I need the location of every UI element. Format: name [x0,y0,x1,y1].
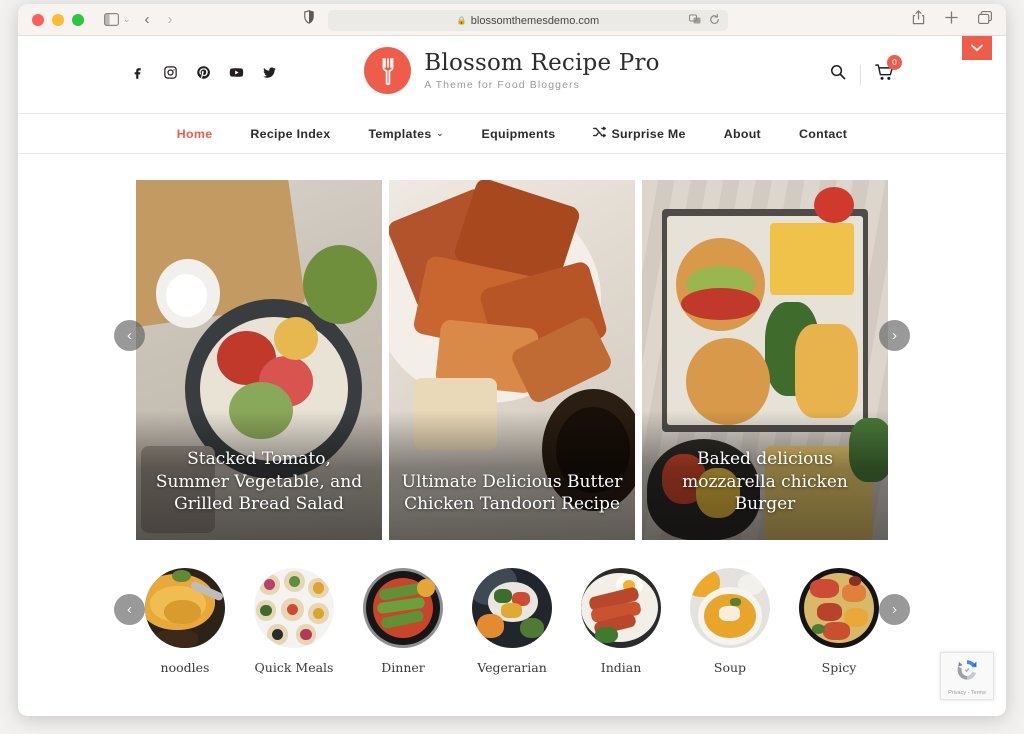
category-image [690,568,770,648]
sidebar-chevron-down-icon[interactable]: ⌄ [123,14,131,25]
nav-item-about[interactable]: About [724,127,761,141]
close-window-button[interactable] [32,13,44,26]
main-navigation[interactable]: Home Recipe Index Templates ⌄ Equipments… [18,114,1006,154]
minimize-window-button[interactable] [52,13,64,26]
category-image [254,568,334,648]
category-label: Soup [713,660,747,675]
brand-text: Blossom Recipe Pro A Theme for Food Blog… [424,50,659,91]
new-tab-plus-icon[interactable] [945,10,958,29]
facebook-icon[interactable] [130,65,145,85]
fork-logo-icon [364,47,412,94]
browser-window: ⌄ ‹ › 🔒 blossomthemesdemo.com Blossom Re… [18,4,1006,716]
category-item-dinner[interactable]: Dinner [363,568,443,675]
slide-item[interactable]: Baked delicious mozzarella chicken Burge… [642,180,888,540]
window-controls[interactable] [32,13,84,26]
recaptcha-terms-link[interactable]: Terms [971,690,986,696]
slide-item[interactable]: Stacked Tomato, Summer Vegetable, and Gr… [136,180,382,540]
category-label: Vegerarian [477,660,547,675]
nav-item-contact[interactable]: Contact [799,127,847,141]
youtube-icon[interactable] [229,65,244,85]
slide-caption: Ultimate Delicious Butter Chicken Tandoo… [401,471,623,515]
category-prev-button[interactable]: ‹ [114,594,145,625]
search-icon[interactable] [830,64,846,85]
nav-label: Recipe Index [250,126,331,141]
category-item-vegerarian[interactable]: Vegerarian [472,568,552,675]
category-image [363,568,443,648]
site-header: Blossom Recipe Pro A Theme for Food Blog… [18,36,1006,114]
share-icon[interactable] [912,9,925,30]
category-label: Dinner [381,660,425,675]
maximize-window-button[interactable] [72,13,84,26]
recaptcha-badge[interactable]: Privacy - Terms [940,652,994,700]
recaptcha-legal-text[interactable]: Privacy - Terms [948,690,986,696]
pinterest-icon[interactable] [196,65,211,85]
back-chevron-icon[interactable]: ‹ [145,11,150,28]
sidebar-toggle-icon[interactable] [104,13,119,26]
header-divider [860,64,861,85]
slide-item[interactable]: Ultimate Delicious Butter Chicken Tandoo… [389,180,635,540]
recaptcha-icon [954,657,980,688]
nav-item-surprise-me[interactable]: Surprise Me [593,126,685,141]
nav-item-recipe-index[interactable]: Recipe Index [250,127,330,141]
recaptcha-separator: - [967,689,970,696]
slider-prev-button[interactable]: ‹ [114,320,145,351]
category-item-noodles[interactable]: noodles [145,568,225,675]
lock-icon: 🔒 [456,16,467,25]
category-item-spicy[interactable]: Spicy [799,568,879,675]
tab-overview-icon[interactable] [978,10,992,29]
browser-toolbar: ⌄ ‹ › 🔒 blossomthemesdemo.com [18,4,1006,36]
nav-item-equipments[interactable]: Equipments [482,127,556,141]
category-image [581,568,661,648]
browser-right-actions[interactable] [912,9,992,30]
nav-label: Home [176,126,213,141]
shuffle-icon [593,126,607,141]
nav-label: Contact [798,126,848,141]
cart-count-badge: 0 [887,54,902,70]
page-title: Blossom Recipe Pro [424,49,660,76]
slide-caption: Baked delicious mozzarella chicken Burge… [682,449,848,515]
reload-icon[interactable] [709,13,720,28]
category-image [799,568,879,648]
nav-label: Equipments [481,126,556,141]
featured-slider: ‹ › Stacked Tomato, Summer Vegetable, an… [18,154,1006,540]
category-label: Quick Meals [254,660,334,675]
expand-header-button[interactable] [962,36,992,60]
nav-label: Templates [368,126,432,141]
site-tagline: A Theme for Food Bloggers [424,79,580,92]
category-item-indian[interactable]: Indian [581,568,661,675]
privacy-shield-icon[interactable] [304,9,314,29]
category-item-soup[interactable]: Soup [690,568,770,675]
instagram-icon[interactable] [163,65,178,85]
cart-icon[interactable]: 0 [875,54,902,86]
twitter-icon[interactable] [262,65,277,85]
slider-next-button[interactable]: › [879,320,910,351]
category-label: Indian [600,660,642,675]
url-text: blossomthemesdemo.com [470,14,600,27]
address-bar-actions[interactable] [689,13,720,28]
nav-label: About [723,126,761,141]
extensions-icon[interactable] [689,14,702,28]
nav-label: Surprise Me [611,126,686,141]
page-content: Blossom Recipe Pro A Theme for Food Blog… [18,36,1006,716]
nav-item-templates[interactable]: Templates ⌄ [368,127,443,141]
header-actions[interactable]: 0 [830,54,902,86]
address-bar[interactable]: 🔒 blossomthemesdemo.com [328,10,728,31]
recaptcha-privacy-link[interactable]: Privacy [948,690,966,696]
forward-chevron-icon[interactable]: › [168,11,173,28]
category-list: noodles Quick Meals Dinner Vegerarian In… [18,568,1006,675]
slide-list: Stacked Tomato, Summer Vegetable, and Gr… [18,180,1006,540]
slide-caption: Stacked Tomato, Summer Vegetable, and Gr… [155,449,363,515]
category-label: Spicy [821,660,857,675]
chevron-down-icon: ⌄ [436,129,444,138]
category-item-quick-meals[interactable]: Quick Meals [254,568,334,675]
nav-item-home[interactable]: Home [177,127,213,141]
category-label: noodles [160,660,210,675]
social-links[interactable] [130,65,277,85]
category-image [145,568,225,648]
category-image [472,568,552,648]
category-next-button[interactable]: › [879,594,910,625]
category-carousel: ‹ › noodles Quick Meals Dinner Vegeraria… [18,568,1006,698]
